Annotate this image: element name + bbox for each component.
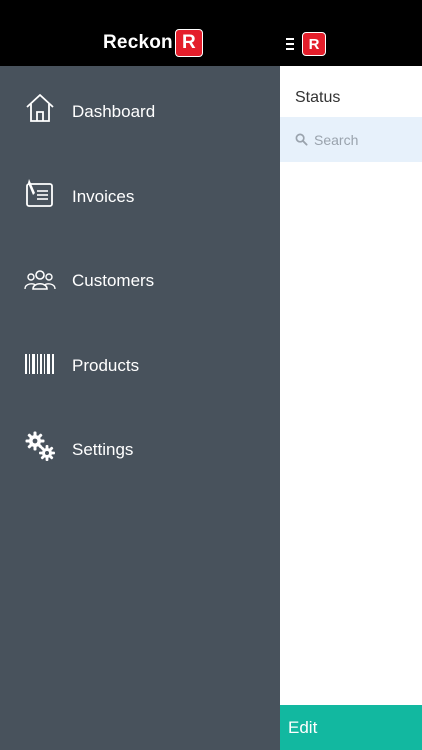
nav-item-invoices[interactable]: Invoices — [0, 155, 280, 239]
menu-toggle-icon[interactable] — [286, 38, 296, 50]
barcode-icon — [25, 354, 54, 374]
nav-label-customers: Customers — [72, 271, 155, 290]
nav-item-customers[interactable]: Customers — [0, 239, 280, 323]
search-bar — [280, 117, 422, 162]
main-header: R — [280, 0, 422, 66]
search-input[interactable] — [312, 126, 421, 154]
edit-button[interactable]: Edit — [280, 705, 422, 750]
nav-item-dashboard[interactable]: Dashboard — [0, 70, 280, 154]
nav-item-settings[interactable]: Settings — [0, 408, 280, 492]
page-title: Status — [295, 89, 341, 106]
gears-icon — [25, 431, 55, 461]
brand-logo: Reckon R — [103, 29, 203, 57]
invoice-icon — [26, 179, 53, 207]
nav-label-products: Products — [72, 356, 140, 375]
search-icon — [295, 133, 308, 146]
nav-label-dashboard: Dashboard — [72, 102, 156, 121]
drawer-header: Reckon R — [0, 0, 280, 66]
brand-name: Reckon — [103, 32, 173, 53]
nav-label-invoices: Invoices — [72, 187, 135, 206]
customers-icon — [24, 270, 56, 290]
house-icon — [26, 94, 54, 122]
app-screen: Reckon R Dashboard Invoices Customers Pr… — [0, 0, 422, 750]
edit-label: Edit — [288, 718, 318, 737]
main-panel: R Status Edit — [280, 0, 422, 750]
brand-badge: R — [174, 29, 203, 57]
nav-drawer: Reckon R Dashboard Invoices Customers Pr… — [0, 0, 280, 750]
nav-item-products[interactable]: Products — [0, 324, 280, 408]
header-logo-badge: R — [302, 32, 326, 56]
nav-label-settings: Settings — [72, 440, 134, 459]
